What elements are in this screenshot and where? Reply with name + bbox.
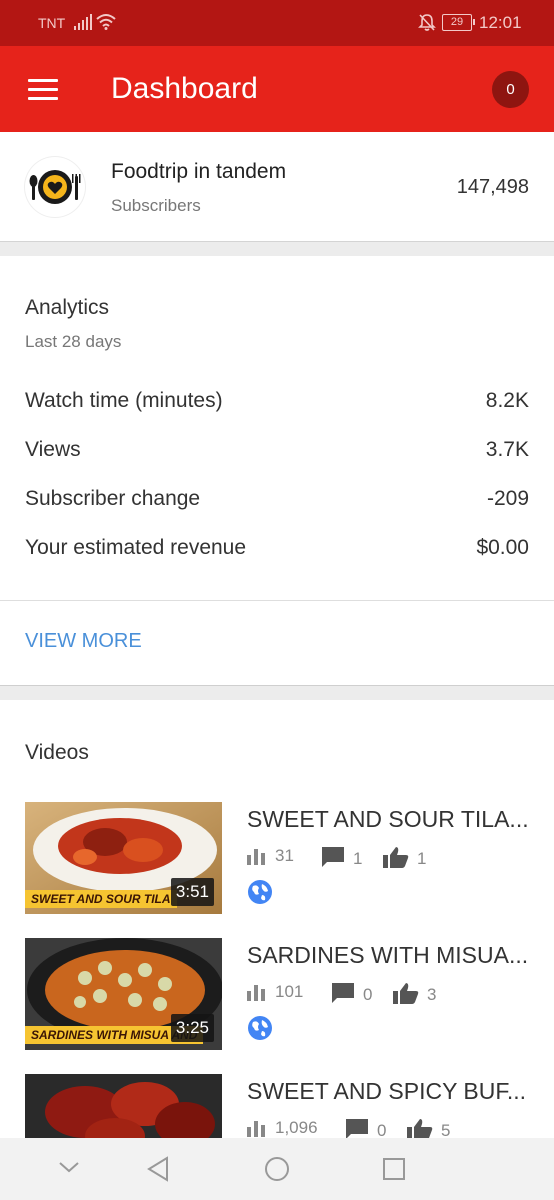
comment-icon [322,847,344,867]
subscribers-label: Subscribers [111,196,201,215]
video-thumbnail[interactable]: SARDINES WITH MISUA AND 3:25 [25,938,222,1050]
analytics-period: Last 28 days [25,332,122,351]
globe-icon [248,880,272,904]
video-thumbnail[interactable]: SWEET AND SOUR TILA 3:51 [25,802,222,914]
thumbs-up-icon [407,1119,433,1138]
video-title[interactable]: SARDINES WITH MISUA... [247,942,537,969]
views-count: 31 [275,846,294,865]
channel-name: Foodtrip in tandem [111,160,287,183]
video-item[interactable]: SWEET AND SOUR TILA 3:51 SWEET AND SOUR … [0,802,554,914]
views-stat: 1,096 [247,1118,318,1138]
bell-off-icon [418,13,436,36]
comments-count: 0 [363,985,373,1004]
thumbs-up-icon [383,847,409,868]
carrier-label: TNT [38,15,66,31]
analytics-card: Analytics Last 28 days Watch time (minut… [0,256,554,686]
menu-icon[interactable] [28,79,58,101]
video-item[interactable]: SARDINES WITH MISUA AND 3:25 SARDINES WI… [0,938,554,1050]
home-icon[interactable] [264,1156,290,1187]
video-title[interactable]: SWEET AND SPICY BUF... [247,1078,537,1105]
comments-stat: 0 [345,1118,386,1138]
bar-chart-icon [247,985,265,1001]
thumbs-up-icon [393,983,419,1004]
metric-row-watch-time: Watch time (minutes) 8.2K [25,389,529,419]
channel-card: Foodtrip in tandem Subscribers 147,498 [0,132,554,242]
comments-count: 0 [377,1121,387,1138]
video-thumbnail[interactable] [25,1074,222,1138]
thumbnail-caption: SWEET AND SOUR TILA [25,890,177,908]
metric-value: $0.00 [476,536,529,559]
metric-value: 8.2K [485,389,529,412]
notification-badge[interactable]: 0 [492,71,529,108]
video-duration: 3:25 [170,1014,214,1042]
likes-count: 1 [417,849,427,868]
channel-logo [25,157,85,217]
video-duration: 3:51 [170,878,214,906]
status-bar: TNT 29 12:01 [0,0,554,46]
bar-chart-icon [247,849,265,865]
metric-label: Your estimated revenue [25,536,247,559]
comment-icon [332,983,354,1003]
metric-label: Watch time (minutes) [25,389,223,412]
recents-icon[interactable] [383,1158,405,1185]
likes-count: 3 [427,985,437,1004]
likes-stat: 3 [393,982,436,1005]
metric-row-subscriber-change: Subscriber change -209 [25,487,529,517]
page-title: Dashboard [111,72,258,105]
wifi-icon [96,13,116,34]
likes-count: 5 [441,1121,451,1138]
analytics-title: Analytics [25,296,110,319]
comments-stat: 1 [321,846,362,869]
views-count: 101 [275,982,304,1001]
system-nav-bar [0,1138,554,1200]
views-stat: 101 [247,982,303,1002]
bar-chart-icon [247,1121,265,1137]
metric-label: Subscriber change [25,487,201,510]
divider [0,600,554,601]
metric-row-views: Views 3.7K [25,438,529,468]
video-item[interactable]: SWEET AND SPICY BUF... 1,096 0 5 [0,1074,554,1138]
view-more-button[interactable]: VIEW MORE [25,630,142,653]
views-stat: 31 [247,846,294,866]
videos-card: Videos SWEET AND SOUR TILA 3:51 SWEET AN… [0,700,554,1138]
metric-row-revenue: Your estimated revenue $0.00 [25,536,529,566]
videos-title: Videos [25,741,89,764]
back-icon[interactable] [146,1156,170,1187]
video-title[interactable]: SWEET AND SOUR TILA... [247,806,537,833]
comment-icon [346,1119,368,1138]
app-bar: Dashboard 0 [0,46,554,132]
comments-count: 1 [353,849,363,868]
battery-indicator: 29 [442,14,475,31]
views-count: 1,096 [275,1118,318,1137]
globe-icon [248,1016,272,1040]
metric-label: Views [25,438,81,461]
likes-stat: 5 [407,1118,450,1138]
likes-stat: 1 [383,846,426,869]
signal-icon [74,14,92,34]
metric-value: -209 [486,487,529,510]
subscribers-count: 147,498 [456,176,529,198]
comments-stat: 0 [331,982,372,1005]
metric-value: 3.7K [485,438,529,461]
chevron-down-icon[interactable] [58,1160,80,1179]
clock: 12:01 [479,13,522,32]
